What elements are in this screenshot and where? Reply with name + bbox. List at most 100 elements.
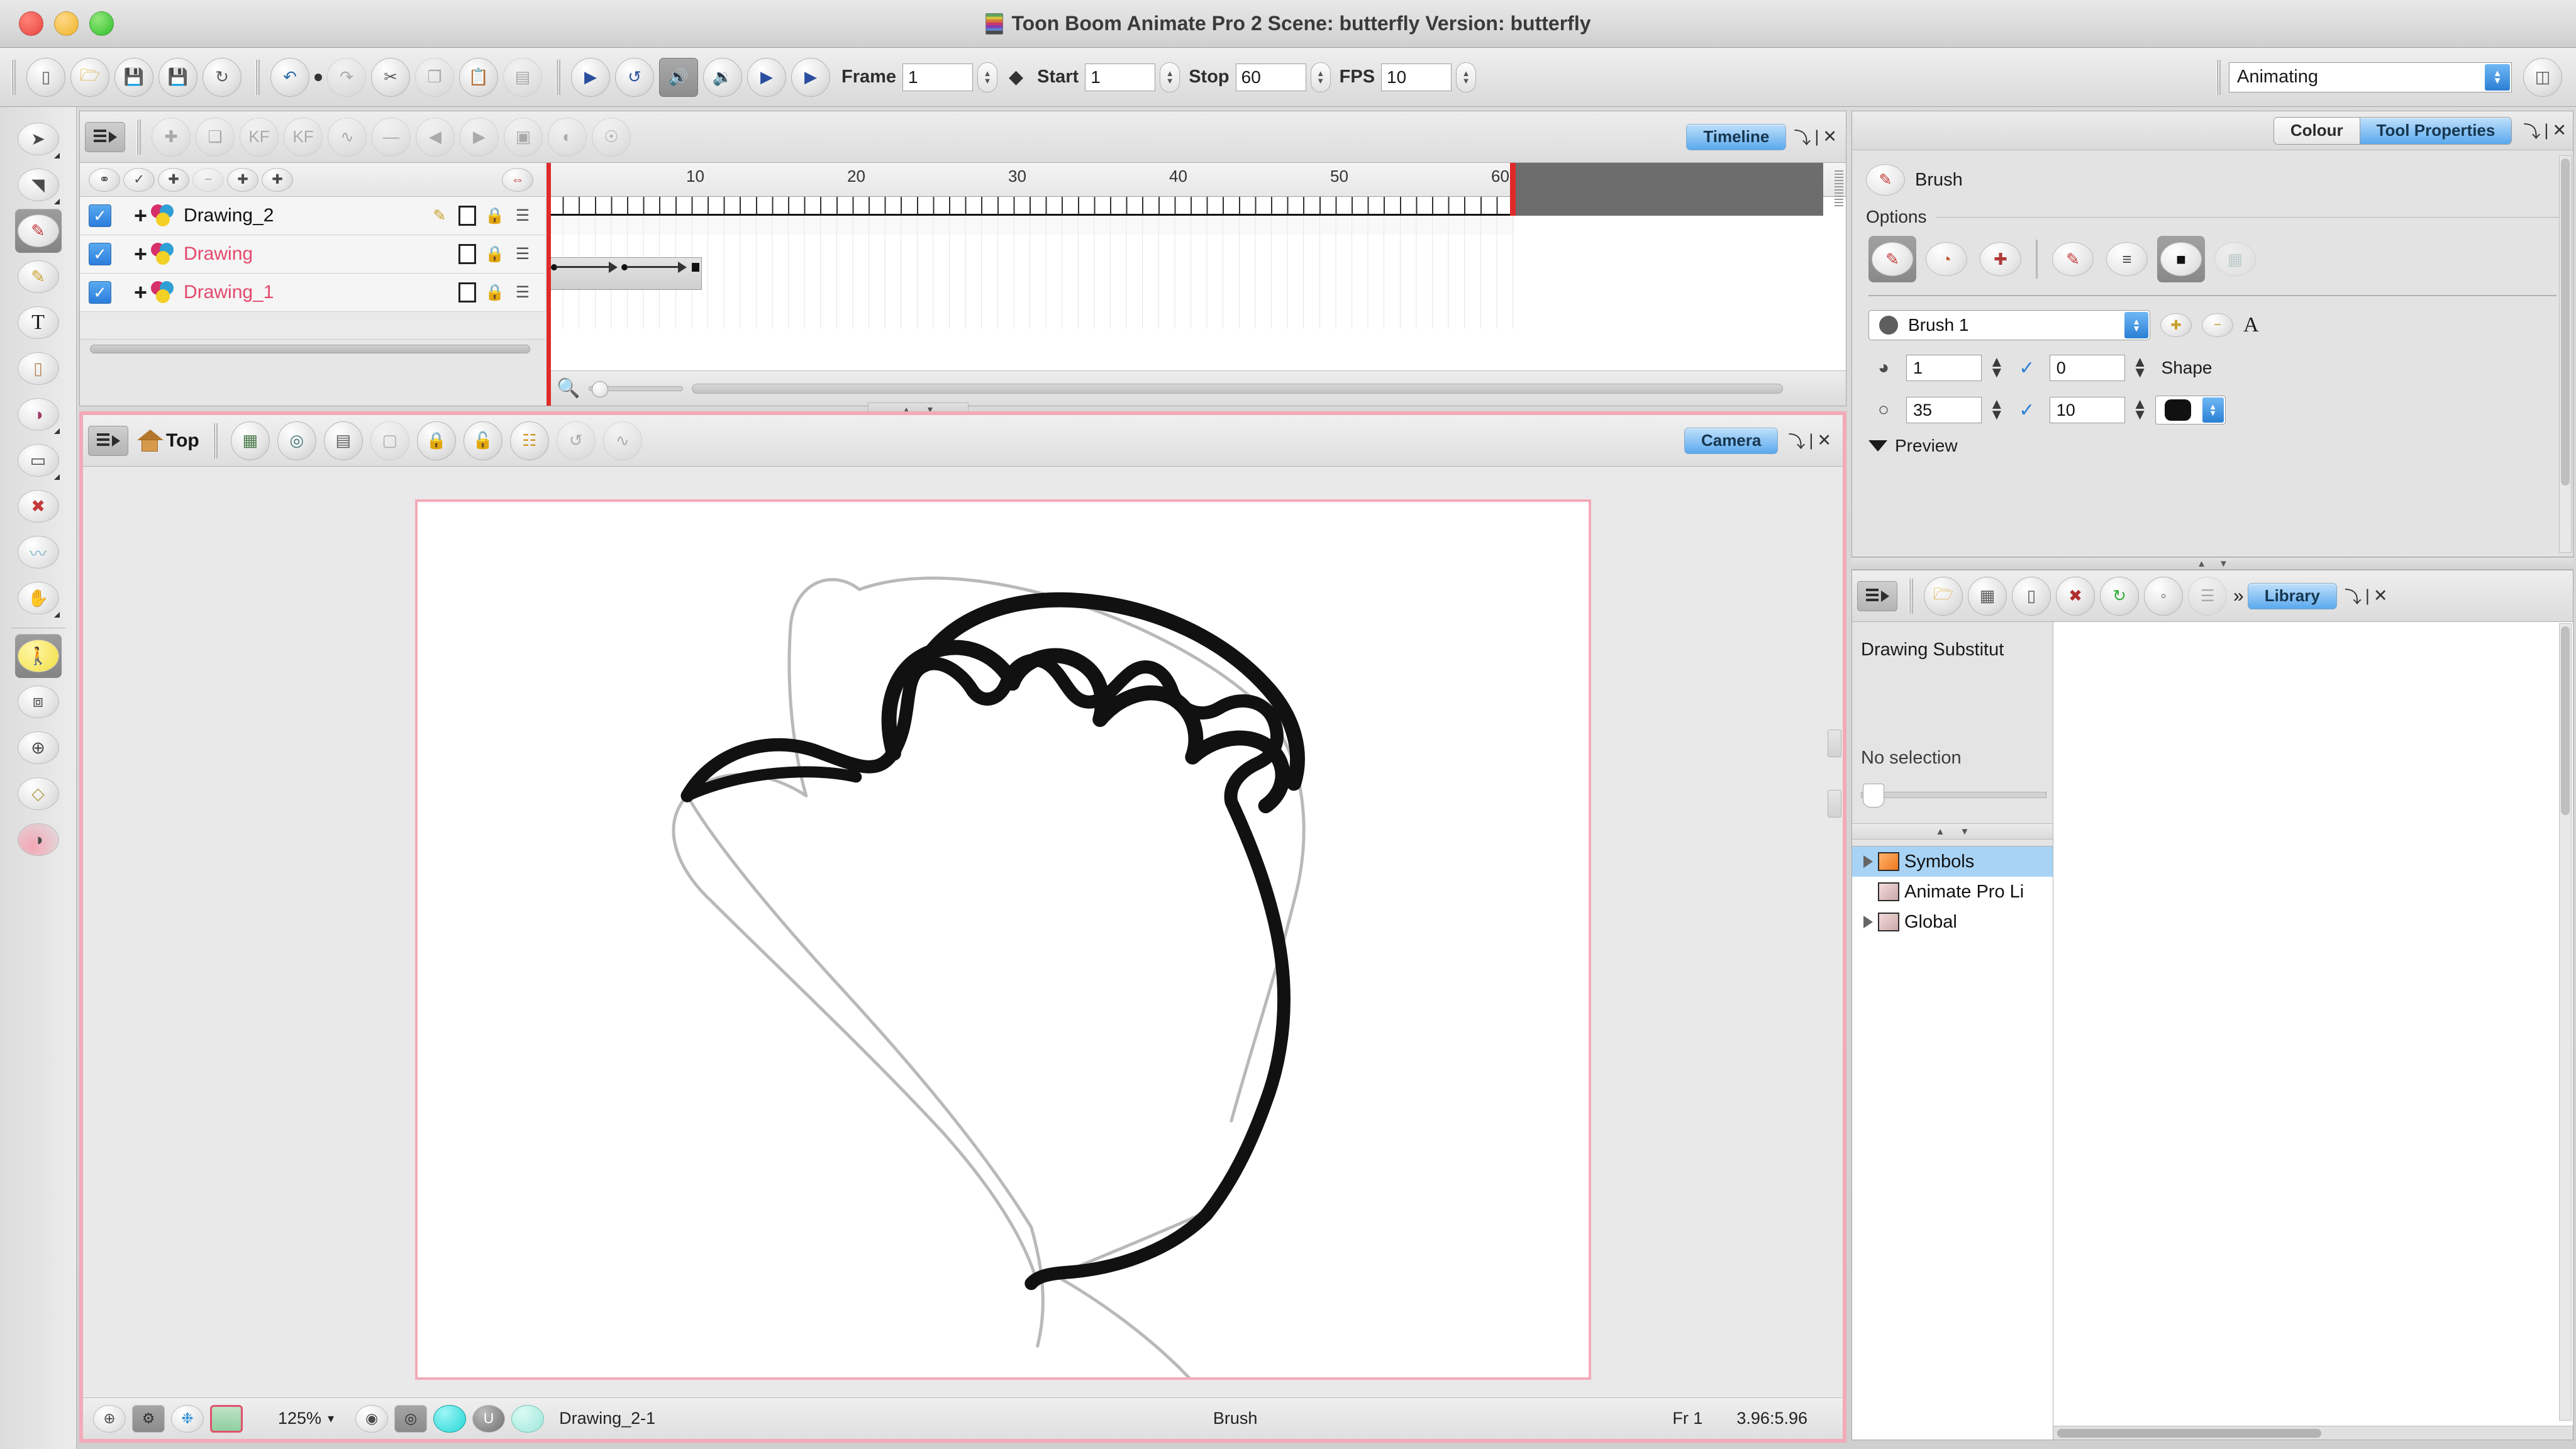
fps-input[interactable]: 10 (1381, 63, 1452, 91)
camera-view-selector[interactable]: Top (137, 429, 199, 452)
layer-stack-icon[interactable]: ☰ (510, 281, 535, 304)
frame-stepper[interactable]: ▲ ▼ (977, 62, 998, 92)
tab-timeline[interactable]: Timeline (1686, 123, 1787, 150)
loop-icon[interactable]: ↺ (615, 57, 654, 97)
pencil-tool[interactable]: ✎ (15, 255, 62, 299)
new-folder-icon[interactable]: ▯ (2012, 576, 2051, 616)
minimum-size-stepper[interactable]: ▲ ▼ (1989, 355, 2004, 380)
auto-flatten-option[interactable]: ◔ (1923, 236, 1970, 282)
expand-layer-icon[interactable]: + (134, 241, 147, 267)
timeline-extra-icon[interactable]: ▣ (504, 117, 543, 157)
workspace-icon[interactable]: ◫ (2523, 57, 2562, 97)
library-menu-button[interactable] (1857, 580, 1897, 611)
list-item[interactable]: Symbols (1852, 847, 2053, 877)
contour-optimization-input[interactable]: 10 (2049, 397, 2125, 423)
start-stepper[interactable]: ▲ ▼ (1160, 62, 1180, 92)
postroll-icon[interactable]: ▶ (791, 57, 830, 97)
animate-tool[interactable]: 🚶 (14, 634, 62, 678)
tab-camera[interactable]: Camera (1684, 427, 1779, 454)
lock-icon[interactable]: 🔒 (416, 421, 456, 460)
toolbar-grip-mode[interactable] (2216, 59, 2221, 95)
cut-icon[interactable]: ✂ (371, 57, 410, 97)
camera-stage[interactable] (83, 467, 1843, 1397)
play-icon[interactable]: ▶ (571, 57, 610, 97)
toggle-ease-icon[interactable]: ∿ (328, 117, 367, 157)
redo-icon[interactable]: ↷ (327, 57, 366, 97)
toolbar-grip-file[interactable] (11, 59, 16, 95)
brush-tool[interactable]: ✎ (14, 209, 62, 253)
timeline-resize-grip[interactable] (1835, 170, 1843, 207)
add-keyframe-icon[interactable]: KF (240, 117, 279, 157)
expand-layer-icon[interactable]: + (134, 279, 147, 306)
transform-tool[interactable]: ⧈ (15, 680, 62, 724)
repaint-brush-option[interactable]: ✎ (2049, 236, 2097, 282)
stop-input[interactable]: 60 (1235, 63, 1306, 91)
library-toolbar-grip[interactable] (1909, 578, 1914, 614)
layer-enable-checkbox[interactable]: ✓ (89, 281, 111, 304)
grabber-tool[interactable]: ✋ (15, 576, 62, 620)
morph-icon[interactable]: ∿ (602, 421, 642, 460)
pivot-tool[interactable]: ⊕ (15, 726, 62, 770)
copy-icon[interactable]: ❐ (415, 57, 454, 97)
new-scene-icon[interactable]: ▯ (26, 57, 65, 97)
delete-icon[interactable]: ✖ (2056, 576, 2095, 616)
colour-wheel-icon[interactable]: ❉ (171, 1404, 204, 1433)
chevron-right-icon[interactable] (1863, 916, 1873, 928)
previous-keyframe-icon[interactable]: ◀ (416, 117, 455, 157)
cyan-dot-icon[interactable] (433, 1404, 467, 1433)
camera-right-splitter-bottom[interactable] (1828, 790, 1841, 818)
chevron-right-icon[interactable] (1863, 855, 1873, 868)
select-tool[interactable]: ➤ (15, 117, 62, 161)
onion-skin-tool[interactable]: ◑ (15, 818, 62, 862)
timeline-stop-marker[interactable] (1510, 163, 1516, 216)
lock-icon[interactable]: 🔒 (482, 243, 508, 265)
camera-frame[interactable] (415, 499, 1591, 1397)
onion-skin-icon[interactable]: ⚭ (89, 167, 120, 192)
library-tree[interactable]: Symbols Animate Pro Li Global (1852, 846, 2053, 1440)
refresh-icon[interactable]: ↻ (2100, 576, 2139, 616)
preview-toggle[interactable]: Preview (1852, 436, 2573, 456)
toolbar-grip-playback[interactable] (556, 59, 561, 95)
onion-toggle-icon[interactable] (455, 204, 480, 227)
camera-toolbar-grip[interactable] (213, 423, 218, 458)
shape-dropdown[interactable]: ▲ ▼ (2155, 396, 2226, 425)
camera-menu-button[interactable] (88, 425, 128, 456)
drawing-substitution-slider[interactable] (1861, 784, 2046, 808)
lock-icon[interactable]: 🔒 (482, 281, 508, 304)
paint-tool[interactable]: ◑ (15, 392, 62, 436)
remove-preset-icon[interactable]: − (2202, 313, 2233, 337)
open-library-icon[interactable]: 🗁 (1924, 576, 1963, 616)
right-column-splitter[interactable]: ▲ ▼ (1852, 557, 2573, 570)
ruler-icon[interactable]: ☷ (509, 421, 549, 460)
add-keyframe-exposure-icon[interactable]: ✚ (152, 117, 191, 157)
more-tools-icon[interactable]: ☰ (2188, 576, 2227, 616)
frame-input[interactable]: 1 (902, 63, 974, 91)
draw-behind-option[interactable]: ✎ (1868, 236, 1916, 282)
dropper-tool[interactable]: ✖ (15, 484, 62, 528)
toolbar-grip-edit[interactable] (255, 59, 260, 95)
paste-icon[interactable]: 📋 (459, 57, 498, 97)
duplicate-drawing-icon[interactable]: ❏ (196, 117, 235, 157)
sound-scrub-icon[interactable]: 🔉 (703, 57, 742, 97)
tab-library[interactable]: Library (2247, 582, 2337, 609)
auto-gap-close-option[interactable]: ≡ (2103, 236, 2151, 282)
paste-special-icon[interactable]: ▤ (503, 57, 542, 97)
library-scrollbar[interactable] (2559, 623, 2572, 1421)
remove-keyframe-icon[interactable]: KF (284, 117, 323, 157)
zoom-dropdown-icon[interactable]: ▾ (328, 1411, 334, 1426)
timeline-menu-button[interactable] (85, 121, 125, 152)
onion-toggle-icon[interactable] (455, 243, 480, 265)
draw-on-top-option[interactable]: ■ (2157, 236, 2205, 282)
maximum-size-stepper[interactable]: ▲ ▼ (1989, 397, 2004, 423)
sound-on-icon[interactable]: 🔊 (659, 57, 698, 97)
save-as-icon[interactable]: 💾 (158, 57, 197, 97)
brush-preset-dropdown[interactable]: Brush 1 ▲ ▼ (1868, 310, 2150, 340)
undo-dropdown-icon[interactable] (314, 73, 322, 81)
eraser-tool[interactable]: ▯ (15, 347, 62, 391)
layer-enable-checkbox[interactable]: ✓ (89, 204, 111, 227)
onion-toggle-icon[interactable] (455, 281, 480, 304)
table-row[interactable]: ✓ + Drawing_2 ✎ 🔒 ☰ (80, 197, 545, 235)
more-icon[interactable]: » (2233, 586, 2244, 607)
panel-detach-icon[interactable]: ⤵ (1788, 428, 1805, 453)
timeline-hscrollbar[interactable] (692, 383, 1783, 394)
